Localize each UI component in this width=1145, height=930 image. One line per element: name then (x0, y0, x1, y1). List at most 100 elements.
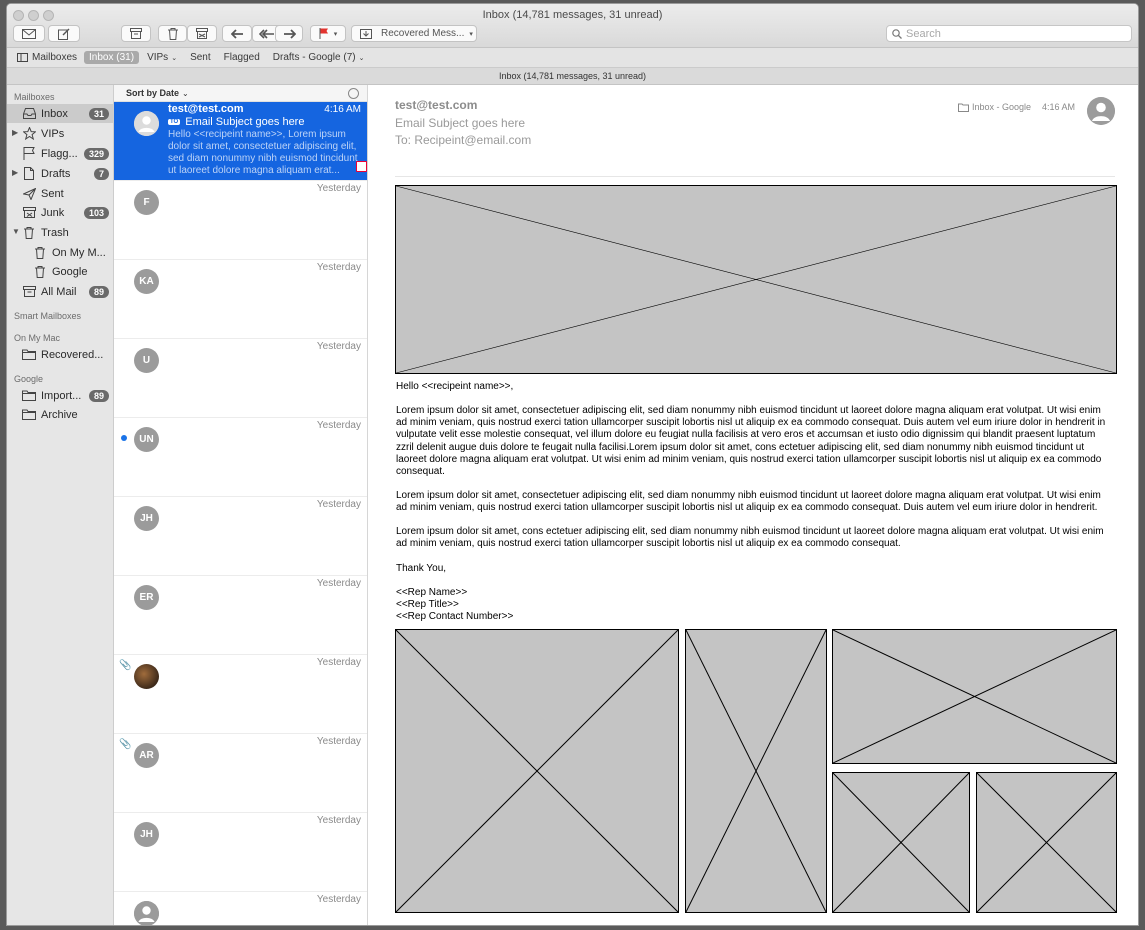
message-date: 4:16 AM (324, 104, 361, 115)
sidebar-item-label: On My M... (52, 246, 106, 259)
sidebar-item-trash[interactable]: ▼ Trash (7, 223, 113, 242)
message-row[interactable]: JH Yesterday (114, 497, 367, 576)
trash-icon (21, 226, 37, 240)
search-icon (892, 28, 902, 39)
compose-button[interactable] (48, 25, 80, 42)
flag-button[interactable]: ▾ (310, 25, 346, 42)
sidebar-item-inbox[interactable]: Inbox 31 (7, 104, 113, 123)
avatar: ER (134, 585, 159, 610)
sidebar-item-trash-google[interactable]: Google (7, 262, 113, 281)
favorites-flagged-label: Flagged (223, 52, 260, 63)
disclosure-triangle-open-icon[interactable]: ▼ (12, 227, 20, 236)
on-my-mac-header[interactable]: On My Mac (14, 333, 60, 343)
person-silhouette-icon (1087, 97, 1115, 125)
reading-pane: test@test.com Email Subject goes here To… (368, 85, 1138, 925)
get-mail-button[interactable] (13, 25, 45, 42)
filter-icon[interactable] (348, 88, 359, 99)
email-sender[interactable]: test@test.com (395, 98, 477, 112)
message-date: Yesterday (316, 578, 361, 589)
message-row[interactable]: U Yesterday (114, 339, 367, 418)
forward-button[interactable] (275, 25, 303, 42)
avatar (134, 901, 159, 925)
favorites-drafts[interactable]: Drafts - Google (7) ⌄ (273, 52, 365, 63)
sidebar-item-label: Junk (41, 206, 65, 219)
email-mailbox-label: Inbox - Google (972, 102, 1032, 112)
trash-icon (32, 246, 48, 260)
image-placeholder-banner (395, 185, 1117, 374)
sidebar-item-flagged[interactable]: Flagg... 329 (7, 144, 113, 163)
message-subject: Email Subject goes here (185, 116, 305, 128)
sidebar-item-sent[interactable]: Sent (7, 184, 113, 203)
email-mailbox[interactable]: Inbox - Google (958, 102, 1031, 112)
favorites-flagged[interactable]: Flagged (224, 52, 260, 63)
message-date: Yesterday (316, 815, 361, 826)
move-to-folder-icon (360, 28, 372, 39)
message-row[interactable]: KA Yesterday (114, 260, 367, 339)
avatar: JH (134, 506, 159, 531)
reply-all-arrow-icon (259, 28, 274, 39)
message-sender: test@test.com (168, 103, 244, 115)
avatar: U (134, 348, 159, 373)
count-badge: 329 (83, 147, 109, 160)
favorites-mailboxes[interactable]: Mailboxes (17, 52, 77, 63)
message-subject-line: TO Email Subject goes here (168, 116, 304, 128)
sidebar-item-all-mail[interactable]: All Mail 89 (7, 282, 113, 301)
favorites-inbox[interactable]: Inbox (31) (84, 51, 140, 64)
image-placeholder (976, 772, 1117, 913)
mailboxes-header: Mailboxes (14, 92, 55, 102)
trash-icon (167, 27, 178, 40)
sidebar-item-trash-on-my-mac[interactable]: On My M... (7, 243, 113, 262)
favorites-sent[interactable]: Sent (190, 52, 211, 63)
avatar (134, 111, 159, 136)
email-time: 4:16 AM (1042, 102, 1076, 112)
sidebar-item-junk[interactable]: Junk 103 (7, 203, 113, 222)
message-row[interactable]: 📎 AR Yesterday (114, 734, 367, 813)
disclosure-triangle-icon[interactable]: ▶ (12, 168, 18, 177)
chevron-down-icon: ⌄ (171, 54, 178, 62)
sidebar-item-archive[interactable]: Archive (7, 405, 113, 424)
trash-icon (32, 265, 48, 279)
favorites-mailboxes-label: Mailboxes (32, 52, 78, 63)
disclosure-triangle-icon[interactable]: ▶ (12, 128, 18, 137)
sidebar-item-vips[interactable]: ▶ VIPs (7, 124, 113, 143)
avatar: UN (134, 427, 159, 452)
delete-button[interactable] (158, 25, 187, 42)
message-row[interactable]: ER Yesterday (114, 576, 367, 655)
header-divider (395, 176, 1115, 177)
count-badge: 89 (88, 285, 109, 298)
move-to-mailbox-menu[interactable]: Recovered Mess... ▾ (351, 25, 477, 42)
junk-button[interactable] (187, 25, 217, 42)
message-row[interactable]: 📎 Yesterday (114, 655, 367, 734)
message-row-selected[interactable]: test@test.com 4:16 AM TO Email Subject go… (114, 102, 367, 181)
window-title: Inbox (14,781 messages, 31 unread) (482, 9, 663, 21)
image-placeholder (832, 629, 1117, 764)
search-placeholder: Search (906, 27, 941, 40)
google-header[interactable]: Google (14, 374, 43, 384)
reply-button[interactable] (222, 25, 252, 42)
sidebar-item-recovered[interactable]: Recovered... (7, 345, 113, 364)
sidebar-item-label: Sent (41, 187, 64, 200)
reply-arrow-icon (230, 28, 243, 39)
message-row[interactable]: Yesterday (114, 892, 367, 925)
email-subject: Email Subject goes here (395, 116, 526, 130)
attachment-badge-icon (356, 161, 367, 172)
person-silhouette-icon (134, 111, 159, 136)
message-date: Yesterday (316, 499, 361, 510)
message-row[interactable]: F Yesterday (114, 181, 367, 260)
signature-name: <<Rep Name>> (396, 587, 468, 598)
chevron-down-icon: ⌄ (182, 88, 189, 98)
sidebar-item-import[interactable]: Import... 89 (7, 386, 113, 405)
message-date: Yesterday (316, 736, 361, 747)
message-row[interactable]: JH Yesterday (114, 813, 367, 892)
message-row[interactable]: UN Yesterday (114, 418, 367, 497)
avatar: AR (134, 743, 159, 768)
message-date: Yesterday (316, 894, 361, 905)
favorites-vips[interactable]: VIPs ⌄ (147, 52, 177, 63)
sort-menu[interactable]: Sort by Date ⌄ (114, 85, 367, 102)
smart-mailboxes-header[interactable]: Smart Mailboxes (14, 311, 81, 321)
archive-button[interactable] (121, 25, 151, 42)
sidebar-item-drafts[interactable]: ▶ Drafts 7 (7, 164, 113, 183)
chevron-down-icon: ▾ (333, 30, 338, 38)
count-badge: 7 (93, 167, 109, 180)
search-field[interactable]: Search (886, 25, 1132, 42)
